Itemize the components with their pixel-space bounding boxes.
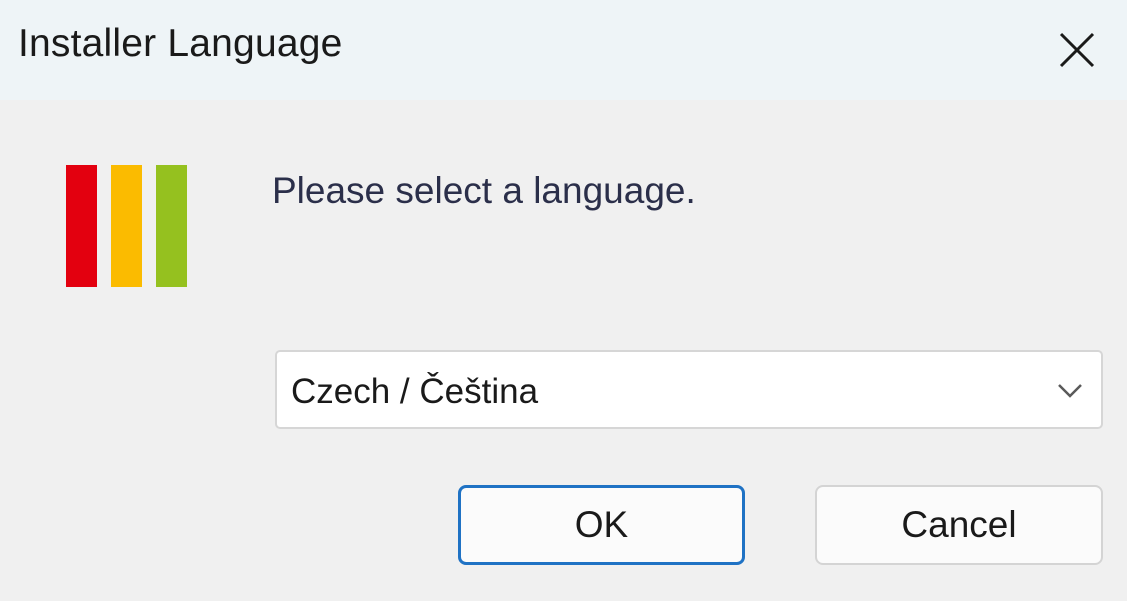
logo-bar-red (66, 165, 97, 287)
window-title: Installer Language (18, 22, 343, 65)
title-bar[interactable]: Installer Language (0, 0, 1127, 100)
cancel-button[interactable]: Cancel (815, 485, 1103, 565)
close-icon (1057, 30, 1097, 70)
prompt-text: Please select a language. (272, 170, 696, 211)
ok-button[interactable]: OK (458, 485, 745, 565)
installer-language-dialog: Installer Language Please select a langu… (0, 0, 1129, 601)
chevron-down-icon (1055, 378, 1085, 407)
logo-bar-green (156, 165, 187, 287)
logo-bar-yellow (111, 165, 142, 287)
language-select[interactable]: Czech / Čeština (275, 350, 1103, 429)
language-select-value: Czech / Čeština (291, 372, 539, 411)
close-button[interactable] (1027, 0, 1127, 100)
installer-logo-icon (66, 165, 188, 287)
